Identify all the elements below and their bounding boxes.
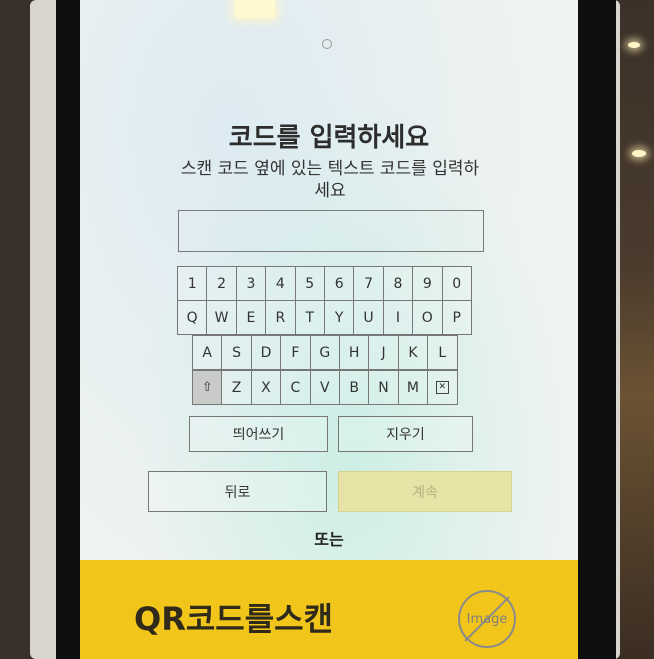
key-2[interactable]: 2 xyxy=(206,266,237,301)
key-v[interactable]: V xyxy=(309,370,340,405)
space-button[interactable]: 띄어쓰기 xyxy=(189,416,328,452)
key-u[interactable]: U xyxy=(353,300,384,335)
key-n[interactable]: N xyxy=(368,370,399,405)
delete-button[interactable]: 지우기 xyxy=(338,416,473,452)
logo-icon xyxy=(322,39,332,49)
key-9[interactable]: 9 xyxy=(412,266,443,301)
kiosk-screen: 코드를 입력하세요 스캔 코드 옆에 있는 텍스트 코드를 입력하세요 1234… xyxy=(80,0,578,659)
key-z[interactable]: Z xyxy=(221,370,252,405)
page-subtitle: 스캔 코드 옆에 있는 텍스트 코드를 입력하세요 xyxy=(180,159,480,201)
key-7[interactable]: 7 xyxy=(353,266,384,301)
key-k[interactable]: K xyxy=(397,335,429,370)
ceiling-light xyxy=(628,42,640,48)
key-6[interactable]: 6 xyxy=(323,266,355,301)
keyboard-row-qwerty: QWERTYUIOP xyxy=(177,300,472,335)
key-3[interactable]: 3 xyxy=(235,266,267,301)
page-title: 코드를 입력하세요 xyxy=(228,123,430,153)
key-o[interactable]: O xyxy=(412,300,443,335)
keyboard-row-asdf: ASDFGHJKL xyxy=(192,335,458,370)
glare xyxy=(235,0,275,18)
key-l[interactable]: L xyxy=(427,335,458,370)
or-divider-text: 또는 xyxy=(314,530,344,549)
key-q[interactable]: Q xyxy=(177,300,208,335)
key-p[interactable]: P xyxy=(441,300,472,335)
key-5[interactable]: 5 xyxy=(294,266,325,301)
shift-icon: ⇧ xyxy=(201,380,213,395)
key-1[interactable]: 1 xyxy=(177,266,208,301)
key-g[interactable]: G xyxy=(309,335,340,370)
shift-key[interactable]: ⇧ xyxy=(192,370,223,405)
key-w[interactable]: W xyxy=(206,300,237,335)
key-x[interactable]: X xyxy=(250,370,282,405)
key-h[interactable]: H xyxy=(338,335,370,370)
qr-scan-label: QR코드를스캔 xyxy=(134,600,334,638)
key-y[interactable]: Y xyxy=(323,300,355,335)
back-button[interactable]: 뒤로 xyxy=(148,471,327,512)
image-placeholder-icon: Image xyxy=(458,590,516,648)
keyboard-row-numbers: 1234567890 xyxy=(177,266,472,301)
key-i[interactable]: I xyxy=(382,300,414,335)
keyboard-row-zxcv: ⇧ Z X C V B N M ✕ xyxy=(192,370,458,405)
image-placeholder-label: Image xyxy=(466,611,508,627)
key-0[interactable]: 0 xyxy=(441,266,472,301)
qr-scan-banner[interactable]: QR코드를스캔 Image xyxy=(80,560,578,659)
key-8[interactable]: 8 xyxy=(382,266,414,301)
continue-button[interactable]: 계속 xyxy=(338,471,512,512)
key-a[interactable]: A xyxy=(192,335,223,370)
key-t[interactable]: T xyxy=(294,300,325,335)
key-d[interactable]: D xyxy=(250,335,282,370)
code-input[interactable] xyxy=(178,210,484,252)
key-e[interactable]: E xyxy=(235,300,267,335)
key-m[interactable]: M xyxy=(397,370,429,405)
key-r[interactable]: R xyxy=(265,300,296,335)
key-c[interactable]: C xyxy=(280,370,311,405)
key-j[interactable]: J xyxy=(368,335,399,370)
key-s[interactable]: S xyxy=(221,335,252,370)
key-b[interactable]: B xyxy=(338,370,370,405)
backspace-key[interactable]: ✕ xyxy=(427,370,458,405)
key-f[interactable]: F xyxy=(280,335,311,370)
key-4[interactable]: 4 xyxy=(265,266,296,301)
backspace-icon: ✕ xyxy=(435,381,449,394)
ceiling-light xyxy=(632,150,646,157)
